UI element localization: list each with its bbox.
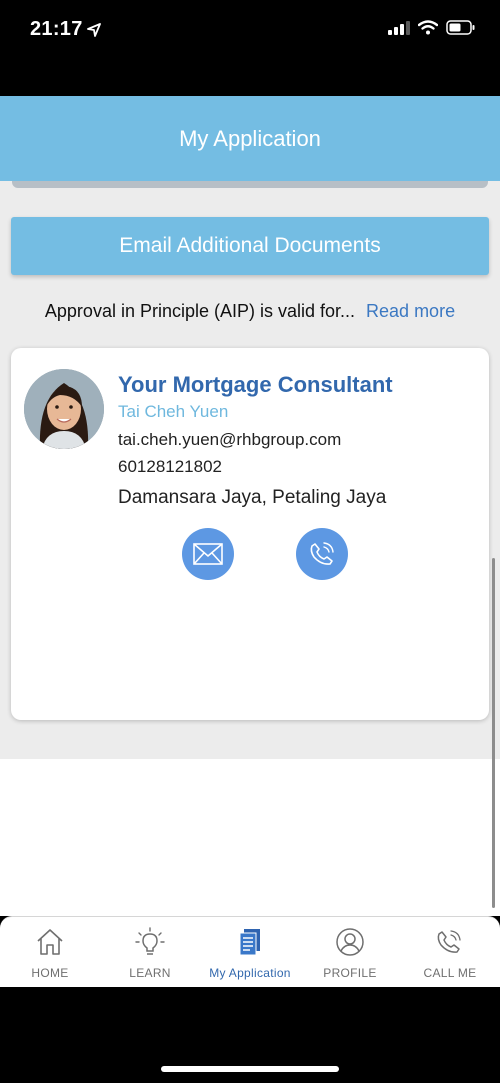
home-indicator[interactable] <box>161 1066 339 1072</box>
tab-call-me[interactable]: CALL ME <box>400 917 500 987</box>
status-bar: 21:17 <box>0 0 500 60</box>
profile-icon <box>336 928 364 956</box>
read-more-link[interactable]: Read more <box>366 301 455 322</box>
battery-icon <box>446 20 475 35</box>
avatar <box>24 369 104 449</box>
consultant-heading: Your Mortgage Consultant <box>118 372 393 397</box>
consultant-card: Your Mortgage Consultant Tai Cheh Yuen t… <box>11 348 489 720</box>
main-content: My Application Email Additional Document… <box>0 96 500 916</box>
tab-label: My Application <box>209 966 291 980</box>
phone-icon <box>310 542 334 565</box>
status-time: 21:17 <box>30 18 101 41</box>
tab-home[interactable]: HOME <box>0 917 100 987</box>
aip-notice: Approval in Principle (AIP) is valid for… <box>0 297 500 325</box>
document-icon <box>239 929 260 956</box>
page-header: My Application <box>0 96 500 181</box>
bottom-tab-bar: HOME LEARN My Application PROFILE CALL M… <box>0 916 500 987</box>
tab-learn[interactable]: LEARN <box>100 917 200 987</box>
clock: 21:17 <box>30 18 83 40</box>
wifi-icon <box>418 20 438 35</box>
lightbulb-icon <box>135 927 165 955</box>
envelope-icon <box>193 543 223 565</box>
home-icon <box>37 929 63 955</box>
consultant-phone: 60128121802 <box>118 457 223 476</box>
scrollbar[interactable] <box>492 558 495 908</box>
aip-notice-text: Approval in Principle (AIP) is valid for… <box>44 300 356 321</box>
tab-my-application[interactable]: My Application <box>200 917 300 987</box>
consultant-location: Damansara Jaya, Petaling Jaya <box>118 487 387 508</box>
status-icons <box>388 20 476 35</box>
email-additional-documents-button[interactable]: Email Additional Documents <box>11 217 489 275</box>
consultant-name: Tai Cheh Yuen <box>118 402 229 421</box>
consultant-photo <box>24 369 104 449</box>
email-additional-documents-label: Email Additional Documents <box>119 234 381 257</box>
tab-label: CALL ME <box>423 966 477 980</box>
tab-label: LEARN <box>129 966 171 980</box>
tab-label: HOME <box>31 966 69 980</box>
location-arrow-icon <box>86 22 101 37</box>
call-consultant-button[interactable] <box>296 528 348 580</box>
email-consultant-button[interactable] <box>182 528 234 580</box>
phone-icon <box>437 930 461 953</box>
cellular-signal-icon <box>388 20 410 35</box>
tab-label: PROFILE <box>323 966 377 980</box>
tab-profile[interactable]: PROFILE <box>300 917 400 987</box>
consultant-email: tai.cheh.yuen@rhbgroup.com <box>118 430 342 449</box>
page-title: My Application <box>179 125 321 151</box>
